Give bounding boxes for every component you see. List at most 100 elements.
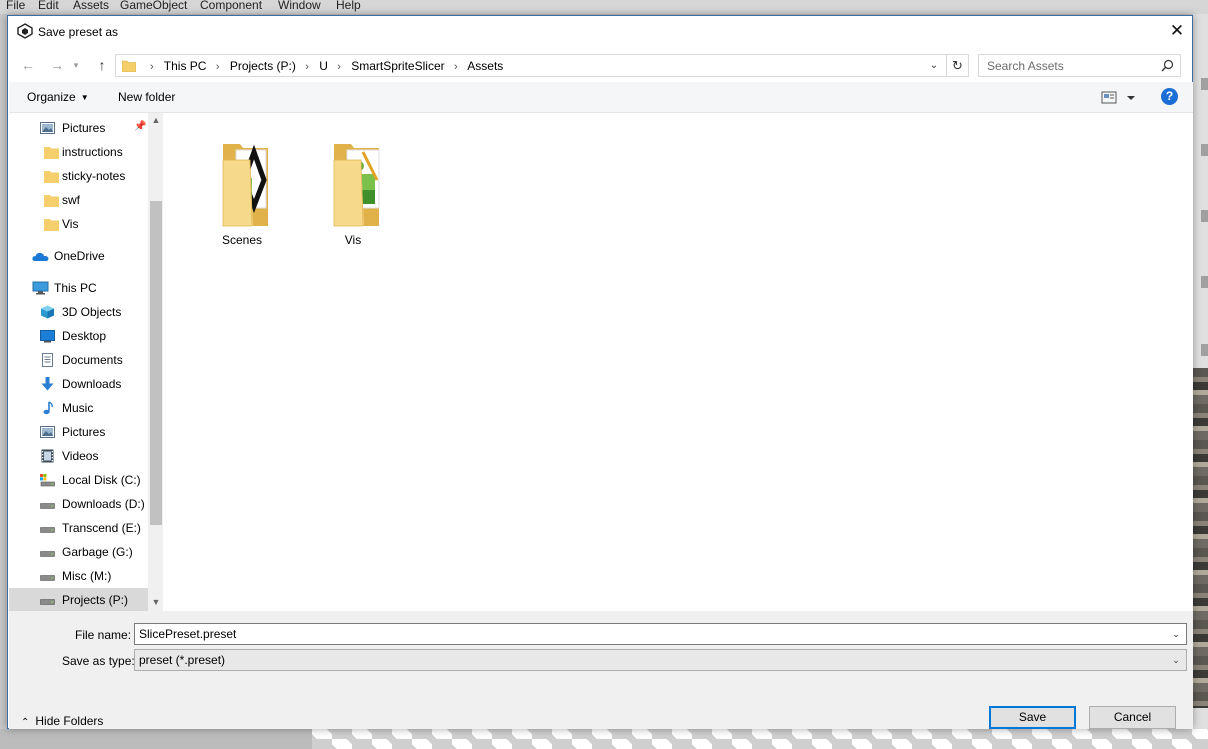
nav-item-local-disk-c[interactable]: Local Disk (C:) <box>9 468 148 492</box>
breadcrumb-this-pc[interactable]: This PC <box>164 59 207 73</box>
nav-item-this-pc[interactable]: This PC <box>9 276 148 300</box>
nav-item-music[interactable]: Music <box>9 396 148 420</box>
pin-icon[interactable]: 📌 <box>134 121 146 132</box>
folder-item-scenes[interactable]: Scenes <box>192 125 292 247</box>
nav-item-label: This PC <box>54 281 97 295</box>
nav-item-label: OneDrive <box>54 249 105 263</box>
chevron-down-icon[interactable]: ⌄ <box>1169 627 1183 641</box>
unity-menubar: File Edit Assets GameObject Component Wi… <box>0 0 1208 14</box>
nav-item-projects-p[interactable]: Projects (P:) <box>9 588 148 611</box>
breadcrumb-chevron-icon[interactable]: › <box>216 61 220 73</box>
hide-folders-label: Hide Folders <box>35 714 104 728</box>
back-arrow-icon[interactable]: ← <box>17 55 39 75</box>
pictures-icon <box>40 122 55 134</box>
file-name-input[interactable] <box>135 624 1164 644</box>
dialog-title: Save preset as <box>38 25 119 39</box>
nav-item-desktop[interactable]: Desktop <box>9 324 148 348</box>
hide-folders-button[interactable]: ⌃ Hide Folders <box>21 714 103 728</box>
nav-item-3d-objects[interactable]: 3D Objects <box>9 300 148 324</box>
breadcrumb-smartspriteslicer[interactable]: SmartSpriteSlicer <box>351 59 444 73</box>
nav-item-label: Projects (P:) <box>62 593 129 607</box>
nav-item-sticky-notes[interactable]: sticky-notes <box>9 164 148 188</box>
nav-item-label: Music <box>62 401 94 415</box>
new-folder-button[interactable]: New folder <box>118 90 175 104</box>
recent-locations-chevron-icon[interactable]: ▾ <box>70 55 82 75</box>
scroll-down-icon[interactable]: ▼ <box>148 597 163 607</box>
onedrive-icon <box>32 252 49 261</box>
nav-item-label: Downloads (D:) <box>62 497 145 511</box>
nav-scrollbar[interactable]: ▲ ▼ <box>148 113 163 611</box>
nav-item-label: Garbage (G:) <box>62 545 133 559</box>
folder-icon <box>44 147 59 159</box>
breadcrumb-u[interactable]: U <box>319 59 328 73</box>
scrollbar-thumb[interactable] <box>150 201 162 525</box>
help-button[interactable]: ? <box>1161 88 1178 105</box>
save-dialog: Save preset as ✕ ← → ▾ ↑ › This PC › Pro… <box>7 15 1193 729</box>
menu-assets[interactable]: Assets <box>73 0 109 12</box>
nav-item-label: Local Disk (C:) <box>62 473 141 487</box>
refresh-icon[interactable]: ↻ <box>946 55 968 76</box>
menu-help[interactable]: Help <box>336 0 361 12</box>
breadcrumb-chevron-icon[interactable]: › <box>337 61 341 73</box>
nav-item-label: 3D Objects <box>62 305 122 319</box>
downloads-icon <box>41 377 54 391</box>
search-box[interactable] <box>978 54 1181 77</box>
nav-item-garbage-g[interactable]: Garbage (G:) <box>9 540 148 564</box>
nav-item-documents[interactable]: Documents <box>9 348 148 372</box>
chevron-down-icon[interactable]: ⌄ <box>1169 653 1183 667</box>
nav-item-misc-m[interactable]: Misc (M:) <box>9 564 148 588</box>
nav-item-label: sticky-notes <box>62 169 126 183</box>
breadcrumb-chevron-icon[interactable]: › <box>454 61 458 73</box>
menu-edit[interactable]: Edit <box>38 0 59 12</box>
menu-file[interactable]: File <box>6 0 25 12</box>
save-options-panel: File name: ⌄ Save as type: preset (*.pre… <box>9 611 1193 729</box>
command-toolbar: Organize ▼ New folder ? <box>9 82 1193 113</box>
breadcrumb-assets[interactable]: Assets <box>467 59 503 73</box>
file-name-field[interactable]: ⌄ <box>134 623 1187 645</box>
search-input[interactable] <box>979 55 1159 76</box>
nav-item-label: Desktop <box>62 329 107 343</box>
nav-item-label: instructions <box>62 145 123 159</box>
nav-item-instructions[interactable]: instructions <box>9 140 148 164</box>
nav-item-videos[interactable]: Videos <box>9 444 148 468</box>
nav-item-label: Pictures <box>62 425 106 439</box>
breadcrumb-projects[interactable]: Projects (P:) <box>230 59 296 73</box>
nav-item-vis[interactable]: Vis <box>9 212 148 236</box>
address-bar[interactable]: › This PC › Projects (P:) › U › SmartSpr… <box>115 54 969 77</box>
change-view-icon[interactable] <box>1100 90 1140 106</box>
cancel-button[interactable]: Cancel <box>1089 706 1176 729</box>
dialog-titlebar[interactable]: Save preset as ✕ <box>8 16 1192 48</box>
nav-item-downloads[interactable]: Downloads <box>9 372 148 396</box>
drive-icon <box>40 527 55 533</box>
nav-item-downloads-d[interactable]: Downloads (D:) <box>9 492 148 516</box>
pictures-icon <box>40 426 55 438</box>
menu-window[interactable]: Window <box>278 0 321 12</box>
breadcrumb-chevron-icon[interactable]: › <box>305 61 309 73</box>
unity-logo-icon <box>17 23 33 39</box>
folder-item-vis[interactable]: Vis <box>303 125 403 247</box>
3d-objects-icon <box>41 305 54 319</box>
menu-component[interactable]: Component <box>200 0 262 12</box>
nav-item-onedrive[interactable]: OneDrive <box>9 244 148 268</box>
up-arrow-icon[interactable]: ↑ <box>91 55 113 75</box>
save-button[interactable]: Save <box>989 706 1076 729</box>
close-button[interactable]: ✕ <box>1162 16 1192 46</box>
nav-item-swf[interactable]: swf <box>9 188 148 212</box>
nav-item-label: Vis <box>62 217 79 231</box>
folder-icon <box>44 219 59 231</box>
nav-item-pictures-quick[interactable]: Pictures 📌 <box>9 116 148 140</box>
organize-button[interactable]: Organize ▼ <box>27 90 89 104</box>
nav-item-pictures[interactable]: Pictures <box>9 420 148 444</box>
this-pc-icon <box>32 281 49 295</box>
scroll-up-icon[interactable]: ▲ <box>148 115 163 125</box>
folder-name: Scenes <box>221 233 263 247</box>
videos-icon <box>41 449 54 463</box>
search-icon[interactable] <box>1161 59 1174 72</box>
save-type-select[interactable]: preset (*.preset) ⌄ <box>134 649 1187 671</box>
breadcrumb-chevron-icon: › <box>150 61 154 73</box>
organize-label: Organize <box>27 90 76 104</box>
menu-gameobject[interactable]: GameObject <box>120 0 187 12</box>
address-dropdown-icon[interactable]: ⌄ <box>925 57 943 75</box>
forward-arrow-icon[interactable]: → <box>46 55 68 75</box>
nav-item-transcend-e[interactable]: Transcend (E:) <box>9 516 148 540</box>
